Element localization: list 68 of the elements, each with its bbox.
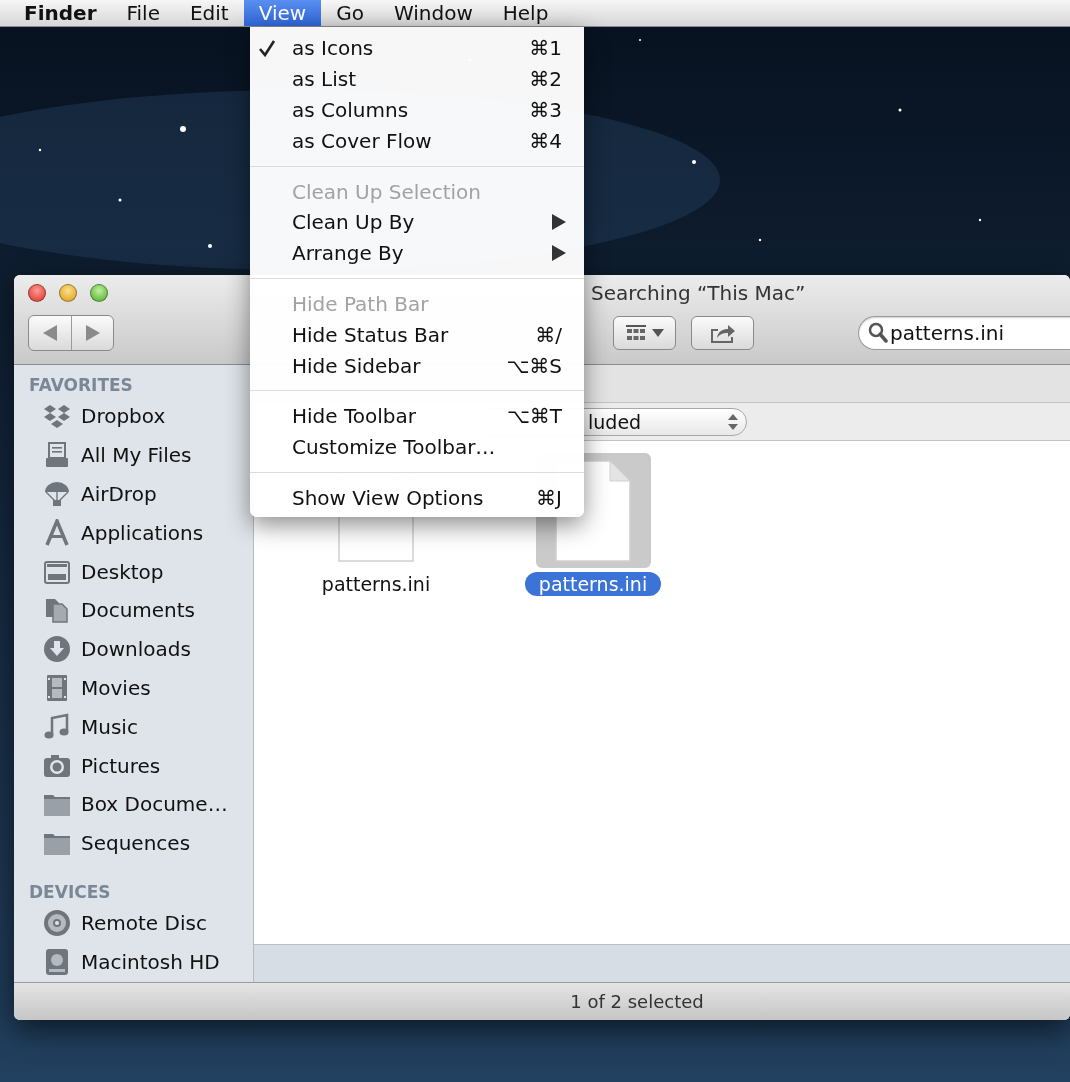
sidebar-item[interactable]: Remote Disc: [14, 903, 253, 943]
menu-item[interactable]: Hide Sidebar ⌥⌘S: [250, 350, 584, 381]
submenu-arrow-icon: [552, 214, 566, 231]
menu-title[interactable]: Go: [321, 0, 379, 26]
menu-item[interactable]: Hide Status Bar ⌘/: [250, 319, 584, 351]
shortcut-text: ⌥⌘S: [506, 353, 563, 378]
sidebar-item[interactable]: AirDrop: [14, 474, 253, 514]
arrange-button[interactable]: [613, 316, 676, 350]
menu-item[interactable]: Clean Up By: [250, 207, 584, 238]
menu-item[interactable]: as Icons ⌘1: [250, 33, 584, 64]
forward-arrow-icon: [85, 325, 100, 341]
status-bar: 1 of 2 selected: [14, 982, 1070, 1020]
sidebar-item[interactable]: All My Files: [14, 435, 253, 475]
sidebar-item[interactable]: Music: [14, 707, 253, 747]
sidebar-item[interactable]: Sequences: [14, 823, 253, 863]
shortcut-text: ⌘J: [536, 485, 563, 510]
window-title: Searching “This Mac”: [591, 281, 806, 305]
sidebar-item[interactable]: Box Docume…: [14, 784, 253, 824]
menu-item[interactable]: as List ⌘2: [250, 63, 584, 95]
sidebar-heading: DEVICES: [28, 880, 112, 904]
shortcut-text: ⌥⌘T: [506, 404, 563, 429]
app-menu[interactable]: Finder: [9, 0, 112, 26]
menu-title[interactable]: Help: [487, 0, 564, 26]
sidebar-heading: FAVORITES: [28, 374, 134, 397]
share-button[interactable]: [691, 316, 754, 350]
menu-title[interactable]: Window: [378, 0, 488, 26]
minimize-button[interactable]: [59, 284, 77, 302]
parachute-icon: [43, 480, 71, 508]
shortcut-text: ⌘2: [529, 67, 563, 92]
menu-item[interactable]: as Cover Flow ⌘4: [250, 125, 584, 157]
search-field[interactable]: patterns.ini: [858, 316, 1070, 350]
back-arrow-icon: [43, 325, 57, 341]
music-note-icon: [43, 712, 71, 741]
sidebar-item[interactable]: Pictures: [14, 746, 253, 785]
disc-icon: [43, 908, 71, 937]
menu-item[interactable]: Show View Options ⌘J: [250, 482, 584, 514]
menu-title[interactable]: Edit: [174, 0, 244, 26]
sidebar-item[interactable]: Documents: [14, 591, 253, 630]
share-icon: [709, 323, 736, 343]
search-icon: [868, 322, 888, 344]
shortcut-text: ⌘3: [529, 98, 563, 122]
diamonds-icon: [43, 402, 71, 431]
submenu-arrow-icon: [552, 245, 566, 262]
menu-title[interactable]: File: [111, 0, 175, 26]
documents-icon: [43, 596, 71, 625]
drawer-icon: [43, 441, 71, 470]
sidebar-item[interactable]: Movies: [14, 668, 253, 708]
menu-item[interactable]: as Columns ⌘3: [250, 94, 584, 126]
shortcut-text: ⌘4: [529, 128, 563, 153]
checkmark-icon: [258, 39, 276, 58]
sidebar-item[interactable]: Desktop: [14, 552, 253, 591]
hard-drive-icon: [43, 947, 71, 976]
caret-icon: [651, 329, 664, 337]
file-name[interactable]: patterns.ini: [524, 572, 662, 596]
close-button[interactable]: [28, 284, 46, 302]
menu-title[interactable]: View: [243, 0, 322, 26]
download-icon: [43, 635, 71, 664]
sidebar-item[interactable]: Downloads: [14, 629, 253, 669]
grid-icon: [625, 325, 646, 341]
file-name[interactable]: patterns.ini: [307, 572, 445, 596]
sidebar-item[interactable]: Macintosh HD: [14, 942, 253, 982]
shortcut-text: ⌘1: [529, 36, 563, 61]
up-down-arrows-icon: [728, 413, 738, 430]
sidebar-item[interactable]: Applications: [14, 513, 253, 553]
menu-item[interactable]: Arrange By: [250, 237, 584, 269]
zoom-button[interactable]: [90, 284, 108, 302]
sidebar-item[interactable]: Dropbox: [14, 397, 253, 436]
shortcut-text: ⌘/: [535, 322, 563, 347]
